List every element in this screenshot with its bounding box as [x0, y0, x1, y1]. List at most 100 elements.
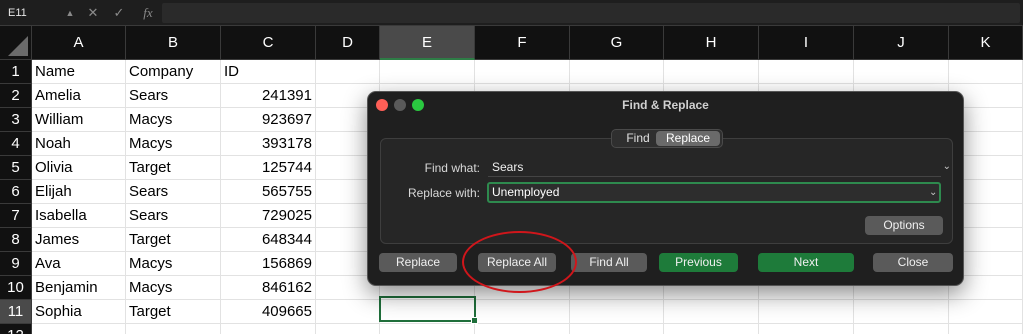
active-cell-e11[interactable]: [379, 296, 478, 324]
cell-b10[interactable]: Macys: [126, 276, 221, 300]
cell-g12[interactable]: [570, 324, 664, 334]
column-header-h[interactable]: H: [664, 26, 759, 60]
column-header-a[interactable]: A: [32, 26, 126, 60]
cell-a4[interactable]: Noah: [32, 132, 126, 156]
chevron-down-icon[interactable]: ⌄: [943, 161, 951, 172]
cell-c12[interactable]: [221, 324, 316, 334]
function-icon[interactable]: fx: [138, 4, 158, 22]
close-button[interactable]: Close: [873, 253, 953, 272]
name-box[interactable]: E11: [4, 4, 62, 22]
replace-all-button[interactable]: Replace All: [478, 253, 556, 272]
cell-g11[interactable]: [570, 300, 664, 324]
row-header-5[interactable]: 5: [0, 156, 32, 180]
chevron-down-icon[interactable]: ⌄: [929, 187, 937, 198]
column-header-b[interactable]: B: [126, 26, 221, 60]
next-button[interactable]: Next: [758, 253, 854, 272]
cell-j12[interactable]: [854, 324, 949, 334]
cell-b12[interactable]: [126, 324, 221, 334]
find-what-field[interactable]: Sears ⌄: [488, 159, 951, 177]
column-header-j[interactable]: J: [854, 26, 949, 60]
cancel-icon[interactable]: ✕: [84, 4, 102, 22]
cell-a12[interactable]: [32, 324, 126, 334]
cell-c7[interactable]: 729025: [221, 204, 316, 228]
cell-b6[interactable]: Sears: [126, 180, 221, 204]
cell-c3[interactable]: 923697: [221, 108, 316, 132]
cell-h12[interactable]: [664, 324, 759, 334]
dialog-titlebar[interactable]: Find & Replace: [368, 92, 963, 118]
cell-k11[interactable]: [949, 300, 1023, 324]
row-header-8[interactable]: 8: [0, 228, 32, 252]
cell-a5[interactable]: Olivia: [32, 156, 126, 180]
row-header-11[interactable]: 11: [0, 300, 32, 324]
cell-a9[interactable]: Ava: [32, 252, 126, 276]
cell-h1[interactable]: [664, 60, 759, 84]
cell-b1[interactable]: Company: [126, 60, 221, 84]
cell-c4[interactable]: 393178: [221, 132, 316, 156]
cell-b5[interactable]: Target: [126, 156, 221, 180]
column-header-i[interactable]: I: [759, 26, 854, 60]
tab-replace[interactable]: Replace: [656, 131, 720, 146]
cell-c1[interactable]: ID: [221, 60, 316, 84]
find-all-button[interactable]: Find All: [571, 253, 647, 272]
cell-k12[interactable]: [949, 324, 1023, 334]
row-header-3[interactable]: 3: [0, 108, 32, 132]
row-header-12[interactable]: 12: [0, 324, 32, 334]
cell-a8[interactable]: James: [32, 228, 126, 252]
row-header-9[interactable]: 9: [0, 252, 32, 276]
cell-c9[interactable]: 156869: [221, 252, 316, 276]
row-header-1[interactable]: 1: [0, 60, 32, 84]
cell-f11[interactable]: [475, 300, 570, 324]
cell-c5[interactable]: 125744: [221, 156, 316, 180]
cell-c8[interactable]: 648344: [221, 228, 316, 252]
column-header-d[interactable]: D: [316, 26, 380, 60]
cell-b11[interactable]: Target: [126, 300, 221, 324]
column-header-f[interactable]: F: [475, 26, 570, 60]
cell-c10[interactable]: 846162: [221, 276, 316, 300]
previous-button[interactable]: Previous: [659, 253, 738, 272]
row-header-2[interactable]: 2: [0, 84, 32, 108]
replace-button[interactable]: Replace: [379, 253, 457, 272]
cell-a3[interactable]: William: [32, 108, 126, 132]
cell-a1[interactable]: Name: [32, 60, 126, 84]
cell-h11[interactable]: [664, 300, 759, 324]
cell-i1[interactable]: [759, 60, 854, 84]
row-header-6[interactable]: 6: [0, 180, 32, 204]
cell-b2[interactable]: Sears: [126, 84, 221, 108]
cell-i12[interactable]: [759, 324, 854, 334]
cell-g1[interactable]: [570, 60, 664, 84]
cell-a7[interactable]: Isabella: [32, 204, 126, 228]
cell-a10[interactable]: Benjamin: [32, 276, 126, 300]
cell-c11[interactable]: 409665: [221, 300, 316, 324]
row-header-4[interactable]: 4: [0, 132, 32, 156]
column-header-g[interactable]: G: [570, 26, 664, 60]
cell-b8[interactable]: Target: [126, 228, 221, 252]
cell-j1[interactable]: [854, 60, 949, 84]
cell-b3[interactable]: Macys: [126, 108, 221, 132]
column-header-e[interactable]: E: [380, 26, 475, 60]
formula-input[interactable]: [162, 3, 1020, 23]
cell-d12[interactable]: [316, 324, 380, 334]
confirm-icon[interactable]: ✓: [110, 4, 128, 22]
select-all-corner[interactable]: [0, 26, 32, 60]
column-header-c[interactable]: C: [221, 26, 316, 60]
row-header-10[interactable]: 10: [0, 276, 32, 300]
cell-a6[interactable]: Elijah: [32, 180, 126, 204]
tab-find[interactable]: Find: [616, 131, 660, 146]
row-header-7[interactable]: 7: [0, 204, 32, 228]
cell-d11[interactable]: [316, 300, 380, 324]
cell-d1[interactable]: [316, 60, 380, 84]
cell-c2[interactable]: 241391: [221, 84, 316, 108]
options-button[interactable]: Options: [865, 216, 943, 235]
cell-k1[interactable]: [949, 60, 1023, 84]
cell-i11[interactable]: [759, 300, 854, 324]
replace-with-field[interactable]: Unemployed: [487, 182, 941, 203]
cell-b7[interactable]: Sears: [126, 204, 221, 228]
cell-e12[interactable]: [380, 324, 475, 334]
cell-c6[interactable]: 565755: [221, 180, 316, 204]
cell-j11[interactable]: [854, 300, 949, 324]
column-header-k[interactable]: K: [949, 26, 1023, 60]
cell-e1[interactable]: [380, 60, 475, 84]
cell-a11[interactable]: Sophia: [32, 300, 126, 324]
cell-b9[interactable]: Macys: [126, 252, 221, 276]
cell-f12[interactable]: [475, 324, 570, 334]
